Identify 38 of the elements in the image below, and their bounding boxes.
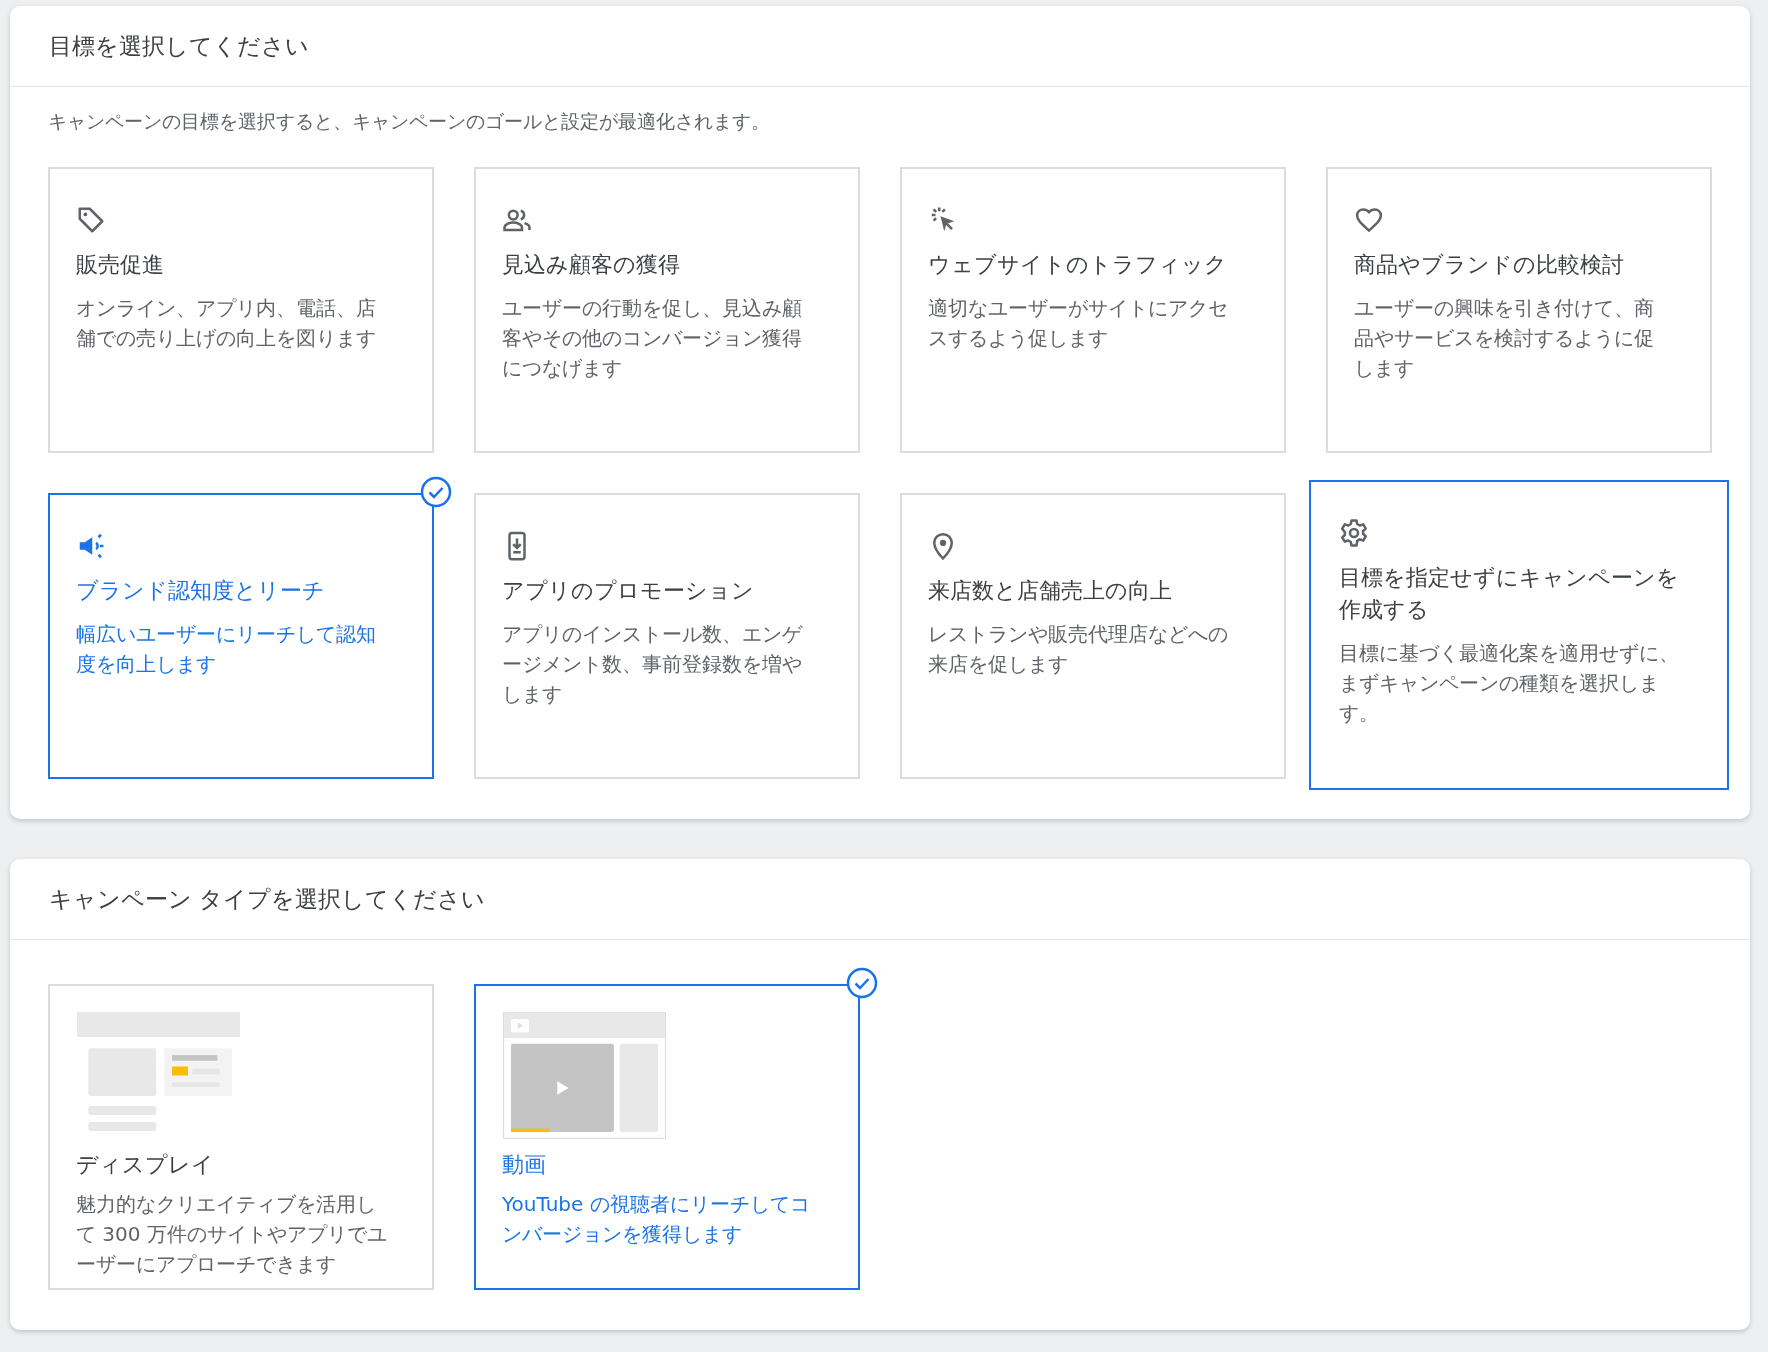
tag-icon <box>76 205 106 235</box>
goal-title: 商品やブランドの比較検討 <box>1354 251 1625 279</box>
goal-card[interactable]: 来店数と店舗売上の向上 レストランや販売代理店などへの来店を促します <box>900 493 1286 779</box>
goal-description: 目標に基づく最適化案を適用せずに、まずキャンペーンの種類を選択します。 <box>1339 640 1680 727</box>
panel-title: 目標を選択してください <box>49 31 309 61</box>
campaign-type-card[interactable]: ディスプレイ 魅力的なクリエイティブを活用して 300 万件のサイトやアプリでユーザーにアプローチできます <box>48 984 434 1290</box>
goal-description: オンライン、アプリ内、電話、店舗での売り上げの向上を図ります <box>76 295 377 352</box>
goal-card[interactable]: 目標を指定せずにキャンペーンを作成する 目標に基づく最適化案を適用せずに、まずキャンペーンの種類を選択します。 <box>1309 480 1729 790</box>
goal-card[interactable]: 販売促進 オンライン、アプリ内、電話、店舗での売り上げの向上を図ります <box>48 167 434 453</box>
goal-title: 見込み顧客の獲得 <box>502 251 681 279</box>
campaign-type-title: 動画 <box>502 1151 547 1179</box>
goal-description: ユーザーの興味を引き付けて、商品やサービスを検討するように促します <box>1354 295 1655 382</box>
campaign-type-description: YouTube の視聴者にリーチしてコンバージョンを獲得します <box>502 1191 811 1248</box>
goal-description: ユーザーの行動を促し、見込み顧客やその他のコンバージョン獲得につなげます <box>502 295 803 382</box>
goal-description: 適切なユーザーがサイトにアクセスするよう促します <box>928 295 1229 352</box>
goal-description: 幅広いユーザーにリーチして認知度を向上します <box>76 621 377 678</box>
heart-icon <box>1354 205 1384 235</box>
panel-title: キャンペーン タイプを選択してください <box>49 884 486 914</box>
goal-title: 販売促進 <box>76 251 165 279</box>
campaign-type-description: 魅力的なクリエイティブを活用して 300 万件のサイトやアプリでユーザーにアプローチできます <box>76 1191 388 1278</box>
goal-title: ブランド認知度とリーチ <box>76 577 326 605</box>
goal-card[interactable]: アプリのプロモーション アプリのインストール数、エンゲージメント数、事前登録数を増やします <box>474 493 860 779</box>
goal-card[interactable]: ブランド認知度とリーチ 幅広いユーザーにリーチして認知度を向上します <box>48 493 434 779</box>
goal-description: アプリのインストール数、エンゲージメント数、事前登録数を増やします <box>502 621 804 708</box>
campaign-type-title: ディスプレイ <box>76 1151 215 1179</box>
goal-description: レストランや販売代理店などへの来店を促します <box>928 621 1229 678</box>
check-circle-icon <box>846 967 878 999</box>
goal-card[interactable]: 商品やブランドの比較検討 ユーザーの興味を引き付けて、商品やサービスを検討するように促します <box>1326 167 1712 453</box>
settings-icon <box>1339 518 1369 548</box>
goal-card[interactable]: ウェブサイトのトラフィック 適切なユーザーがサイトにアクセスするよう促します <box>900 167 1286 453</box>
goal-title: 目標を指定せずにキャンペーンを作成する <box>1339 564 1680 624</box>
check-circle-icon <box>420 476 452 508</box>
goal-title: アプリのプロモーション <box>502 577 755 605</box>
campaign-type-card[interactable]: 動画 YouTube の視聴者にリーチしてコンバージョンを獲得します <box>474 984 860 1290</box>
goal-title: 来店数と店舗売上の向上 <box>928 577 1173 605</box>
panel-description: キャンペーンの目標を選択すると、キャンペーンのゴールと設定が最適化されます。 <box>48 109 771 134</box>
goal-title: ウェブサイトのトラフィック <box>928 251 1228 279</box>
goal-card[interactable]: 見込み顧客の獲得 ユーザーの行動を促し、見込み顧客やその他のコンバージョン獲得につなげます <box>474 167 860 453</box>
